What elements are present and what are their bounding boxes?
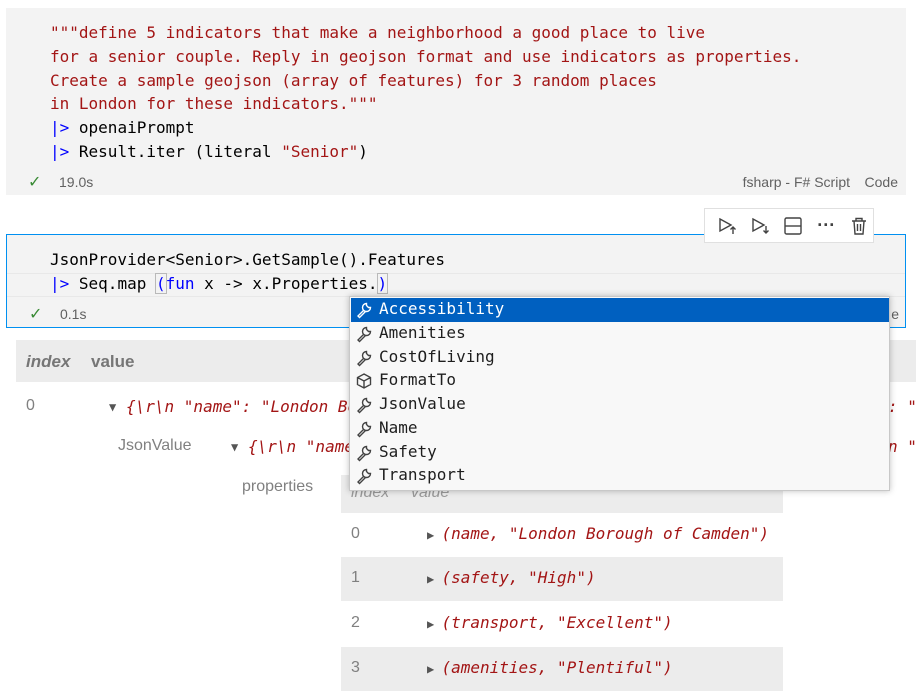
- suggestion-item-accessibility[interactable]: Accessibility: [351, 298, 889, 322]
- suggestion-item-formatto[interactable]: FormatTo: [351, 369, 889, 393]
- execution-time: 19.0s: [59, 174, 94, 190]
- row-index: 2: [351, 614, 360, 631]
- wrench-icon: [357, 468, 372, 485]
- expand-triangle-icon[interactable]: ▶: [427, 572, 441, 586]
- code-line: |> Seq.map (fun x -> x.Properties.): [50, 273, 389, 294]
- expand-triangle-icon[interactable]: ▼: [109, 400, 116, 414]
- wrench-icon: [357, 350, 372, 367]
- suggestion-label: Accessibility: [379, 299, 505, 318]
- success-check-icon: ✓: [28, 174, 42, 191]
- json-value-preview: {\r\n "name": "London Bo: [126, 397, 358, 416]
- suggestion-label: JsonValue: [379, 394, 466, 413]
- more-icon: ···: [817, 215, 836, 235]
- split-cell-icon: [784, 216, 802, 235]
- header-index: index: [26, 352, 71, 371]
- code-line: |> Result.iter (literal "Senior"): [50, 142, 368, 161]
- code-line: in London for these indicators.""": [50, 94, 378, 113]
- row-index: 3: [351, 659, 360, 676]
- code-line: JsonProvider<Senior>.GetSample().Feature…: [50, 250, 445, 269]
- table-row: 0 ▶ (name, "London Borough of Camden"): [341, 513, 783, 557]
- wrench-icon: [357, 326, 372, 343]
- suggestion-label: CostOfLiving: [379, 347, 495, 366]
- suggestion-label: Transport: [379, 465, 466, 484]
- wrench-icon: [357, 397, 372, 414]
- suggestion-item-name[interactable]: Name: [351, 417, 889, 441]
- execution-time: 0.1s: [60, 306, 87, 322]
- suggestion-label: Amenities: [379, 323, 466, 342]
- code-line: for a senior couple. Reply in geojson fo…: [50, 47, 802, 66]
- suggestion-item-safety[interactable]: Safety: [351, 441, 889, 465]
- wrench-icon: [357, 445, 372, 462]
- json-value-preview: {\r\n "name: [248, 437, 354, 456]
- suggestion-item-transport[interactable]: Transport: [351, 464, 889, 488]
- trash-icon: [852, 217, 867, 235]
- expand-triangle-icon[interactable]: ▶: [427, 528, 441, 542]
- json-value-preview-tail: n ": [888, 437, 916, 456]
- expand-triangle-icon[interactable]: ▶: [427, 662, 441, 676]
- execute-above-icon: [718, 217, 736, 234]
- execute-above-button[interactable]: [713, 212, 740, 240]
- code-line: """define 5 indicators that make a neigh…: [50, 23, 706, 42]
- row-index: 1: [351, 569, 360, 586]
- wrench-icon: [357, 421, 372, 438]
- tuple-value: (amenities, "Plentiful"): [441, 658, 673, 677]
- header-value: value: [91, 352, 135, 371]
- execute-below-button[interactable]: [746, 212, 773, 240]
- suggestion-label: Safety: [379, 442, 437, 461]
- split-cell-button[interactable]: [779, 212, 806, 240]
- cell-language-button[interactable]: fsharp - F# Script: [743, 174, 850, 190]
- cell-kind-button[interactable]: e: [891, 306, 899, 322]
- row-index: 0: [351, 525, 360, 542]
- code-line: |> openaiPrompt: [50, 118, 195, 137]
- notebook-cell-1[interactable]: """define 5 indicators that make a neigh…: [6, 8, 906, 195]
- code-line: Create a sample geojson (array of featur…: [50, 71, 657, 90]
- wrench-icon: [357, 302, 372, 319]
- expand-triangle-icon[interactable]: ▶: [427, 617, 441, 631]
- autocomplete-popup: Accessibility Amenities CostOfLiving For…: [349, 296, 890, 491]
- suggestion-label: FormatTo: [379, 370, 457, 389]
- json-value-preview-tail: : ": [888, 397, 916, 416]
- tuple-value: (transport, "Excellent"): [441, 613, 673, 632]
- more-actions-button[interactable]: ···: [813, 212, 840, 240]
- field-label-jsonvalue: JsonValue: [118, 437, 192, 454]
- suggestion-item-amenities[interactable]: Amenities: [351, 322, 889, 346]
- cube-icon: [356, 373, 372, 389]
- execute-below-icon: [752, 217, 769, 234]
- expand-triangle-icon[interactable]: ▼: [231, 440, 238, 454]
- cell-toolbar: ···: [704, 208, 874, 243]
- suggestion-item-costofliving[interactable]: CostOfLiving: [351, 346, 889, 370]
- suggestion-label: Name: [379, 418, 418, 437]
- success-check-icon: ✓: [29, 306, 43, 323]
- suggestion-item-jsonvalue[interactable]: JsonValue: [351, 393, 889, 417]
- table-row: 2 ▶ (transport, "Excellent"): [341, 602, 783, 646]
- delete-cell-button[interactable]: [846, 212, 873, 240]
- tuple-value: (safety, "High"): [441, 568, 596, 587]
- cell-kind-button[interactable]: Code: [865, 174, 898, 190]
- table-row: 1 ▶ (safety, "High"): [341, 557, 783, 601]
- row-index: 0: [26, 397, 35, 414]
- tuple-value: (name, "London Borough of Camden"): [441, 524, 769, 543]
- field-label-properties: properties: [242, 478, 314, 495]
- cell-status-bar: ✓ 19.0s fsharp - F# Script Code: [6, 169, 906, 195]
- table-row: 3 ▶ (amenities, "Plentiful"): [341, 647, 783, 691]
